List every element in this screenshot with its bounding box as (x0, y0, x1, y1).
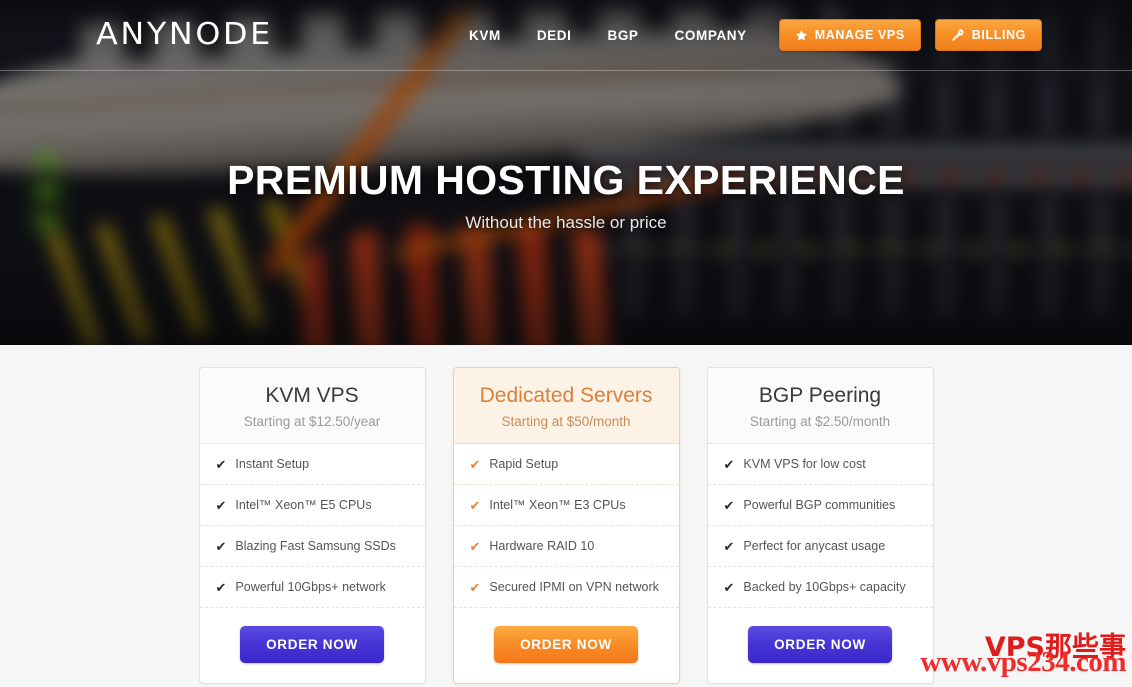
feature-label: Intel™ Xeon™ E3 CPUs (489, 498, 626, 513)
pricing-card-price: Starting at $12.50/year (243, 414, 381, 430)
pricing-card: KVM VPS Starting at $12.50/year ✔ Instant S… (198, 367, 426, 685)
billing-button[interactable]: BILLING (934, 19, 1042, 51)
check-icon: ✔ (215, 456, 227, 472)
feature-row: ✔ KVM VPS for low cost (707, 444, 933, 486)
site-logo[interactable]: ANYNODE (96, 20, 273, 50)
feature-label: Rapid Setup (489, 457, 559, 472)
nav-link-bgp[interactable]: BGP (589, 28, 656, 43)
order-now-button[interactable]: ORDER NOW (748, 626, 892, 664)
check-icon: ✔ (469, 538, 481, 554)
feature-row: ✔ Intel™ Xeon™ E5 CPUs (199, 485, 425, 527)
pricing-card-header: Dedicated Servers Starting at $50/month (453, 368, 679, 445)
feature-row: ✔ Powerful BGP communities (707, 485, 933, 527)
hero-section: ANYNODE KVM DEDI BGP COMPANY MANAGE VPS (0, 0, 1132, 345)
manage-vps-button[interactable]: MANAGE VPS (778, 19, 921, 51)
pricing-card-header: KVM VPS Starting at $12.50/year (199, 368, 425, 445)
pricing-section: KVM VPS Starting at $12.50/year ✔ Instant S… (0, 345, 1132, 687)
feature-label: Powerful 10Gbps+ network (235, 580, 386, 595)
feature-label: Instant Setup (235, 457, 310, 472)
nav-menu: KVM DEDI BGP COMPANY MANAGE VPS BILLING (451, 19, 1042, 51)
feature-row: ✔ Blazing Fast Samsung SSDs (199, 526, 425, 568)
feature-label: KVM VPS for low cost (743, 457, 866, 472)
feature-row: ✔ Instant Setup (199, 444, 425, 486)
pricing-card-title: KVM VPS (265, 384, 359, 407)
nav-link-dedi[interactable]: DEDI (519, 28, 590, 43)
order-now-button[interactable]: ORDER NOW (494, 626, 638, 664)
feature-label: Hardware RAID 10 (489, 539, 595, 554)
check-icon: ✔ (723, 497, 735, 513)
feature-row: ✔ Rapid Setup (453, 444, 679, 486)
check-icon: ✔ (469, 497, 481, 513)
feature-label: Powerful BGP communities (743, 498, 896, 513)
key-icon (951, 28, 965, 42)
feature-row: ✔ Secured IPMI on VPN network (453, 567, 679, 609)
check-icon: ✔ (723, 538, 735, 554)
feature-label: Backed by 10Gbps+ capacity (743, 580, 906, 595)
check-icon: ✔ (469, 456, 481, 472)
check-icon: ✔ (723, 456, 735, 472)
check-icon: ✔ (215, 497, 227, 513)
pricing-card-footer: ORDER NOW (454, 608, 679, 683)
feature-row: ✔ Perfect for anycast usage (707, 526, 933, 568)
pricing-card: Dedicated Servers Starting at $50/month ✔ R… (452, 367, 680, 685)
pricing-card: BGP Peering Starting at $2.50/month ✔ KVM V… (706, 367, 934, 685)
check-icon: ✔ (215, 579, 227, 595)
manage-vps-label: MANAGE VPS (814, 28, 905, 42)
check-icon: ✔ (723, 579, 735, 595)
check-icon: ✔ (469, 579, 481, 595)
pricing-card-title: BGP Peering (758, 384, 882, 407)
pricing-card-title: Dedicated Servers (479, 384, 653, 407)
feature-label: Intel™ Xeon™ E5 CPUs (235, 498, 372, 513)
feature-label: Blazing Fast Samsung SSDs (235, 539, 396, 554)
billing-label: BILLING (971, 28, 1026, 42)
hero-title: PREMIUM HOSTING EXPERIENCE (227, 156, 905, 203)
pricing-card-footer: ORDER NOW (708, 608, 933, 683)
feature-label: Perfect for anycast usage (743, 539, 886, 554)
star-icon (795, 29, 808, 42)
hero-subtitle: Without the hassle or price (465, 212, 667, 232)
pricing-card-footer: ORDER NOW (200, 608, 425, 683)
pricing-cards: KVM VPS Starting at $12.50/year ✔ Instant S… (0, 367, 1132, 685)
navbar-divider (0, 70, 1132, 71)
feature-row: ✔ Hardware RAID 10 (453, 526, 679, 568)
pricing-card-header: BGP Peering Starting at $2.50/month (707, 368, 933, 445)
feature-row: ✔ Backed by 10Gbps+ capacity (707, 567, 933, 609)
feature-row: ✔ Powerful 10Gbps+ network (199, 567, 425, 609)
pricing-card-price: Starting at $50/month (501, 414, 631, 430)
feature-row: ✔ Intel™ Xeon™ E3 CPUs (453, 485, 679, 527)
navbar: ANYNODE KVM DEDI BGP COMPANY MANAGE VPS (0, 0, 1132, 70)
check-icon: ✔ (215, 538, 227, 554)
pricing-card-price: Starting at $2.50/month (749, 414, 891, 430)
order-now-button[interactable]: ORDER NOW (240, 626, 384, 664)
nav-link-company[interactable]: COMPANY (657, 28, 765, 43)
feature-label: Secured IPMI on VPN network (489, 580, 659, 595)
nav-link-kvm[interactable]: KVM (451, 28, 519, 43)
